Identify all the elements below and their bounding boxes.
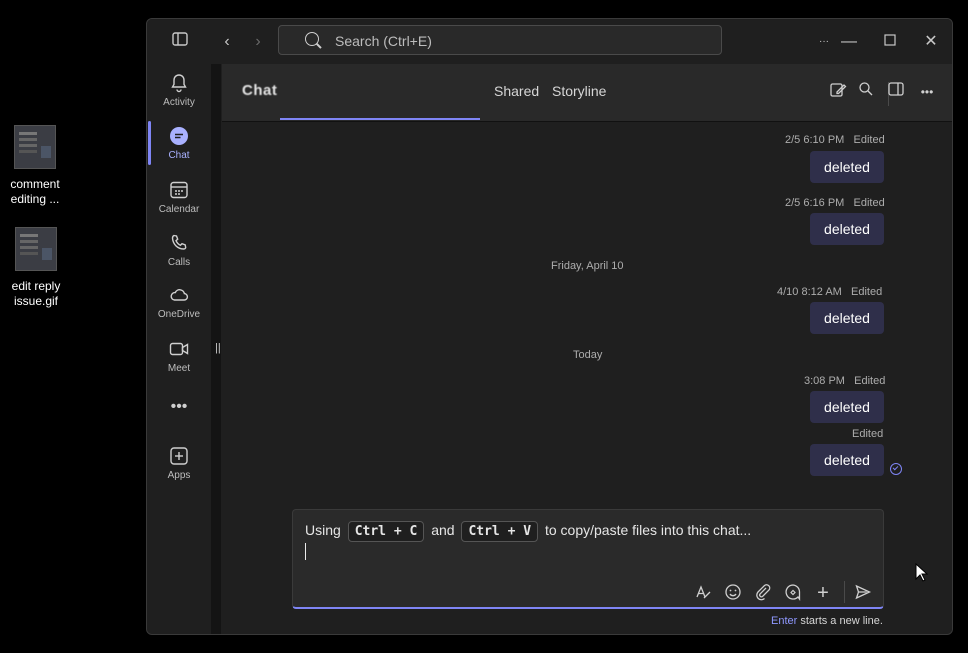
side-panel-icon[interactable] <box>885 81 907 103</box>
more-options-icon[interactable]: ••• <box>916 81 938 103</box>
compose-text-mid: and <box>431 522 455 538</box>
message-bubble[interactable]: deleted <box>810 151 884 183</box>
back-arrow-icon[interactable]: ‹ <box>215 30 239 54</box>
message-meta: 3:08 PM Edited <box>804 375 885 387</box>
message-meta: 2/5 6:16 PM Edited <box>785 197 885 209</box>
message-list: 2/5 6:10 PM Edited deleted 2/5 6:16 PM E… <box>222 122 952 634</box>
rail-item-more[interactable]: ••• <box>147 398 211 416</box>
app-rail: Activity Chat Calendar Calls OneDrive Me… <box>147 64 211 634</box>
toolbar-separator <box>844 581 845 603</box>
minimize-icon[interactable]: — <box>837 30 861 54</box>
search-placeholder: Search (Ctrl+E) <box>335 33 432 49</box>
chat-header: Chat Shared Storyline ••• <box>222 64 952 122</box>
rail-item-calls[interactable]: Calls <box>147 232 211 268</box>
cloud-icon <box>170 289 189 301</box>
message-time: 2/5 6:10 PM <box>785 134 845 146</box>
calendar-icon <box>170 181 188 199</box>
message-time: 4/10 8:12 AM <box>777 286 842 298</box>
attach-icon[interactable] <box>753 583 773 603</box>
rail-item-onedrive[interactable]: OneDrive <box>147 284 211 320</box>
message-meta: 2/5 6:10 PM Edited <box>785 134 885 146</box>
more-icon: ••• <box>170 398 188 415</box>
send-icon[interactable] <box>853 583 873 603</box>
compose-icon[interactable] <box>827 81 849 103</box>
maximize-icon[interactable] <box>878 30 902 54</box>
tab-shared[interactable]: Shared <box>494 83 539 99</box>
teams-window: ‹ › Search (Ctrl+E) ··· — ✕ Activity Cha… <box>146 18 953 635</box>
gif-thumbnail-icon <box>14 125 56 169</box>
search-in-chat-icon[interactable] <box>855 81 877 103</box>
compose-text-prefix: Using <box>305 522 341 538</box>
apps-icon <box>170 447 188 465</box>
text-caret <box>305 543 306 560</box>
message-edited-label: Edited <box>853 134 885 146</box>
compose-box[interactable]: Using Ctrl + C and Ctrl + V to copy/past… <box>292 509 884 609</box>
close-icon[interactable]: ✕ <box>919 30 943 54</box>
bell-icon <box>171 74 187 93</box>
date-divider: Today <box>573 349 603 361</box>
search-icon <box>305 32 319 46</box>
message-bubble[interactable]: deleted <box>810 391 884 423</box>
phone-icon <box>171 234 187 250</box>
tab-storyline[interactable]: Storyline <box>552 83 606 99</box>
rail-label: Calendar <box>158 204 200 215</box>
format-icon[interactable] <box>693 583 713 603</box>
message-bubble[interactable]: deleted <box>810 444 884 476</box>
date-divider: Friday, April 10 <box>551 260 624 272</box>
rail-label: Meet <box>167 363 191 374</box>
sidebar-toggle-icon[interactable] <box>168 30 192 54</box>
search-input[interactable]: Search (Ctrl+E) <box>278 25 722 55</box>
video-icon <box>169 342 189 356</box>
message-time: 3:08 PM <box>804 375 845 387</box>
shortcut-copy: Ctrl + C <box>347 521 425 542</box>
rail-label: Activity <box>163 97 195 108</box>
gif-thumbnail-icon <box>15 227 57 271</box>
desktop-icon-comment-editing[interactable]: comment editing ... <box>0 125 70 207</box>
compose-text[interactable]: Using Ctrl + C and Ctrl + V to copy/past… <box>305 521 751 542</box>
add-icon[interactable]: + <box>813 583 833 603</box>
desktop-icon-label: comment editing ... <box>10 177 60 206</box>
rail-item-chat[interactable]: Chat <box>147 125 211 161</box>
title-bar: ‹ › Search (Ctrl+E) ··· — ✕ <box>147 19 952 64</box>
message-bubble[interactable]: deleted <box>810 302 884 334</box>
message-time: 2/5 6:16 PM <box>785 197 845 209</box>
seen-check-icon <box>890 463 902 475</box>
rail-item-meet[interactable]: Meet <box>147 338 211 374</box>
active-tab-underline <box>280 118 480 120</box>
message-edited-label: Edited <box>853 197 885 209</box>
resize-handle-icon[interactable]: || <box>215 342 221 354</box>
desktop-icon-label: edit reply issue.gif <box>11 279 61 308</box>
rail-label: Apps <box>167 470 191 481</box>
message-edited-label: Edited <box>851 286 883 298</box>
rail-item-calendar[interactable]: Calendar <box>147 179 211 215</box>
loop-component-icon[interactable] <box>783 583 803 603</box>
rail-label: Chat <box>168 150 190 161</box>
chat-title[interactable]: Chat <box>242 82 277 99</box>
message-edited-label: Edited <box>852 428 884 440</box>
rail-item-apps[interactable]: Apps <box>147 445 211 481</box>
more-options-icon[interactable]: ··· <box>812 30 836 54</box>
hint-text: starts a new line. <box>797 615 883 627</box>
rail-item-activity[interactable]: Activity <box>147 72 211 108</box>
enter-hint: Enter starts a new line. <box>771 615 883 627</box>
chat-icon <box>170 127 188 145</box>
shortcut-paste: Ctrl + V <box>461 521 539 542</box>
message-edited-label: Edited <box>854 375 886 387</box>
message-bubble[interactable]: deleted <box>810 213 884 245</box>
message-meta: 4/10 8:12 AM Edited <box>777 286 882 298</box>
desktop-icon-edit-reply[interactable]: edit reply issue.gif <box>1 227 71 309</box>
compose-text-suffix: to copy/paste files into this chat... <box>544 522 752 538</box>
rail-label: OneDrive <box>157 309 201 320</box>
rail-label: Calls <box>167 257 191 268</box>
emoji-icon[interactable] <box>723 583 743 603</box>
forward-arrow-icon[interactable]: › <box>246 30 270 54</box>
mouse-pointer-icon <box>915 563 929 582</box>
hint-key: Enter <box>771 615 798 627</box>
